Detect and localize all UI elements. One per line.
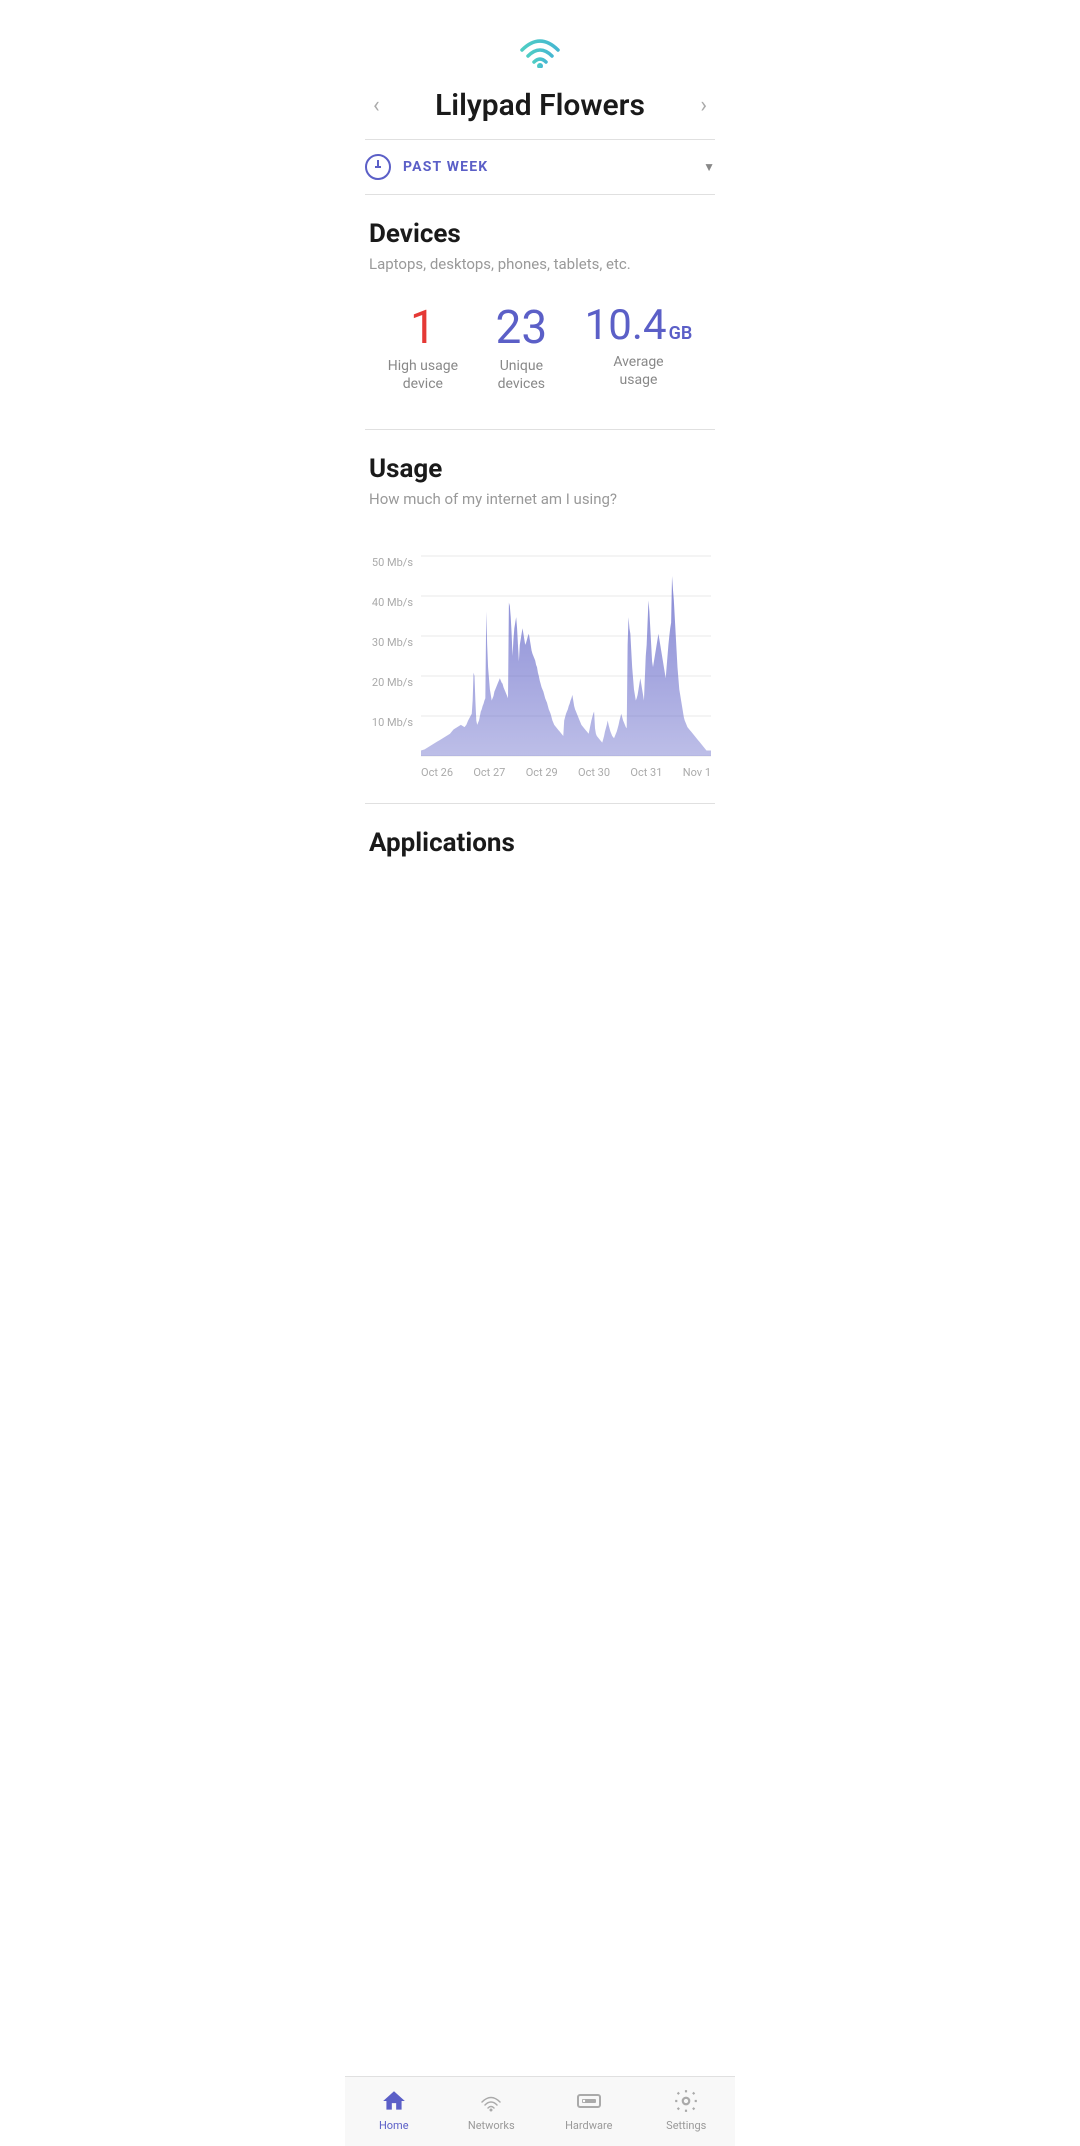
y-label-40: 40 Mb/s bbox=[369, 596, 421, 609]
x-label-oct29: Oct 29 bbox=[526, 766, 558, 779]
devices-stats-row: 1 High usagedevice 23 Uniquedevices 10.4… bbox=[369, 297, 711, 413]
devices-section: Devices Laptops, desktops, phones, table… bbox=[345, 195, 735, 429]
applications-title: Applications bbox=[369, 828, 711, 858]
stat-high-usage-label: High usagedevice bbox=[388, 357, 458, 393]
x-label-oct31: Oct 31 bbox=[630, 766, 662, 779]
chart-y-axis: 50 Mb/s 40 Mb/s 30 Mb/s 20 Mb/s 10 Mb/s bbox=[369, 556, 421, 779]
wifi-top-icon bbox=[514, 28, 566, 68]
network-title-row: ‹ Lilypad Flowers › bbox=[345, 80, 735, 139]
stat-average-usage[interactable]: 10.4GB Averageusage bbox=[585, 305, 693, 389]
stat-unique-devices[interactable]: 23 Uniquedevices bbox=[495, 305, 547, 393]
x-label-oct30: Oct 30 bbox=[578, 766, 610, 779]
usage-title: Usage bbox=[369, 454, 711, 484]
stat-unique-devices-value: 23 bbox=[495, 305, 547, 351]
usage-subtitle: How much of my internet am I using? bbox=[369, 490, 711, 508]
stat-high-usage-value: 1 bbox=[410, 305, 436, 351]
stat-unique-devices-label: Uniquedevices bbox=[498, 357, 545, 393]
y-label-10: 10 Mb/s bbox=[369, 716, 421, 729]
networks-icon bbox=[477, 2087, 505, 2115]
nav-settings[interactable]: Settings bbox=[651, 2087, 721, 2132]
nav-networks-label: Networks bbox=[468, 2119, 515, 2132]
devices-title: Devices bbox=[369, 219, 711, 249]
nav-settings-label: Settings bbox=[666, 2119, 706, 2132]
time-selector[interactable]: PAST WEEK ▼ bbox=[345, 140, 735, 194]
nav-hardware-label: Hardware bbox=[565, 2119, 612, 2132]
usage-chart-svg bbox=[421, 556, 711, 756]
x-label-oct27: Oct 27 bbox=[473, 766, 505, 779]
bottom-navigation: Home Networks Hardware bbox=[345, 2076, 735, 2146]
chart-x-axis: Oct 26 Oct 27 Oct 29 Oct 30 Oct 31 Nov 1 bbox=[421, 760, 711, 779]
y-label-50: 50 Mb/s bbox=[369, 556, 421, 569]
applications-section: Applications bbox=[345, 804, 735, 964]
nav-home[interactable]: Home bbox=[359, 2087, 429, 2132]
hardware-icon bbox=[575, 2087, 603, 2115]
next-network-button[interactable]: › bbox=[692, 89, 715, 122]
usage-chart-container: 50 Mb/s 40 Mb/s 30 Mb/s 20 Mb/s 10 Mb/s bbox=[345, 548, 735, 787]
stat-high-usage[interactable]: 1 High usagedevice bbox=[388, 305, 458, 393]
prev-network-button[interactable]: ‹ bbox=[365, 89, 388, 122]
time-dropdown-arrow: ▼ bbox=[703, 160, 715, 174]
network-name: Lilypad Flowers bbox=[388, 88, 693, 123]
stat-average-usage-label: Averageusage bbox=[613, 353, 663, 389]
x-label-oct26: Oct 26 bbox=[421, 766, 453, 779]
y-label-30: 30 Mb/s bbox=[369, 636, 421, 649]
time-period-label: PAST WEEK bbox=[403, 159, 691, 175]
usage-section: Usage How much of my internet am I using… bbox=[345, 430, 735, 548]
clock-icon bbox=[365, 154, 391, 180]
settings-icon bbox=[672, 2087, 700, 2115]
home-icon bbox=[380, 2087, 408, 2115]
devices-subtitle: Laptops, desktops, phones, tablets, etc. bbox=[369, 255, 711, 273]
wifi-header bbox=[345, 0, 735, 80]
chart-plot-area: Oct 26 Oct 27 Oct 29 Oct 30 Oct 31 Nov 1 bbox=[421, 556, 711, 779]
x-label-nov1: Nov 1 bbox=[683, 766, 711, 779]
stat-average-usage-value: 10.4GB bbox=[585, 305, 693, 347]
nav-home-label: Home bbox=[379, 2119, 409, 2132]
nav-networks[interactable]: Networks bbox=[456, 2087, 526, 2132]
y-label-20: 20 Mb/s bbox=[369, 676, 421, 689]
nav-hardware[interactable]: Hardware bbox=[554, 2087, 624, 2132]
